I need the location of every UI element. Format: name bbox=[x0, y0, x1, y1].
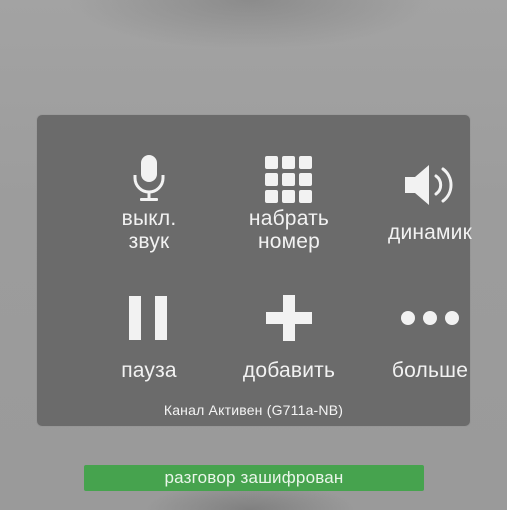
pause-icon bbox=[79, 293, 219, 343]
add-call-label: добавить bbox=[242, 359, 336, 382]
mute-label: выкл. звук bbox=[79, 207, 219, 253]
keypad-button[interactable]: набрать номер bbox=[219, 155, 359, 255]
keypad-label: набрать номер bbox=[219, 207, 359, 253]
more-label: больше bbox=[391, 359, 469, 382]
speaker-icon bbox=[360, 160, 500, 210]
keypad-icon bbox=[219, 155, 359, 205]
hold-label: пауза bbox=[121, 359, 177, 382]
add-call-button[interactable]: добавить bbox=[219, 293, 359, 383]
more-dots-icon bbox=[360, 293, 500, 343]
hold-button[interactable]: пауза bbox=[79, 293, 219, 383]
mute-button[interactable]: выкл. звук bbox=[79, 155, 219, 255]
plus-icon bbox=[219, 293, 359, 343]
call-controls-panel: выкл. звук набрать номер динамик пауза д… bbox=[37, 115, 472, 426]
microphone-icon bbox=[79, 155, 219, 205]
encryption-status-bar: разговор зашифрован bbox=[84, 465, 424, 491]
keypad-label-line1: набрать bbox=[248, 207, 330, 230]
speaker-button[interactable]: динамик bbox=[360, 155, 500, 255]
channel-status-text: Канал Активен (G711a-NB) bbox=[163, 402, 344, 418]
keypad-label-line2: номер bbox=[257, 230, 321, 253]
mute-label-line1: выкл. bbox=[121, 207, 177, 230]
more-button[interactable]: больше bbox=[360, 293, 500, 383]
speaker-label: динамик bbox=[387, 221, 473, 244]
mute-label-line2: звук bbox=[128, 230, 170, 253]
